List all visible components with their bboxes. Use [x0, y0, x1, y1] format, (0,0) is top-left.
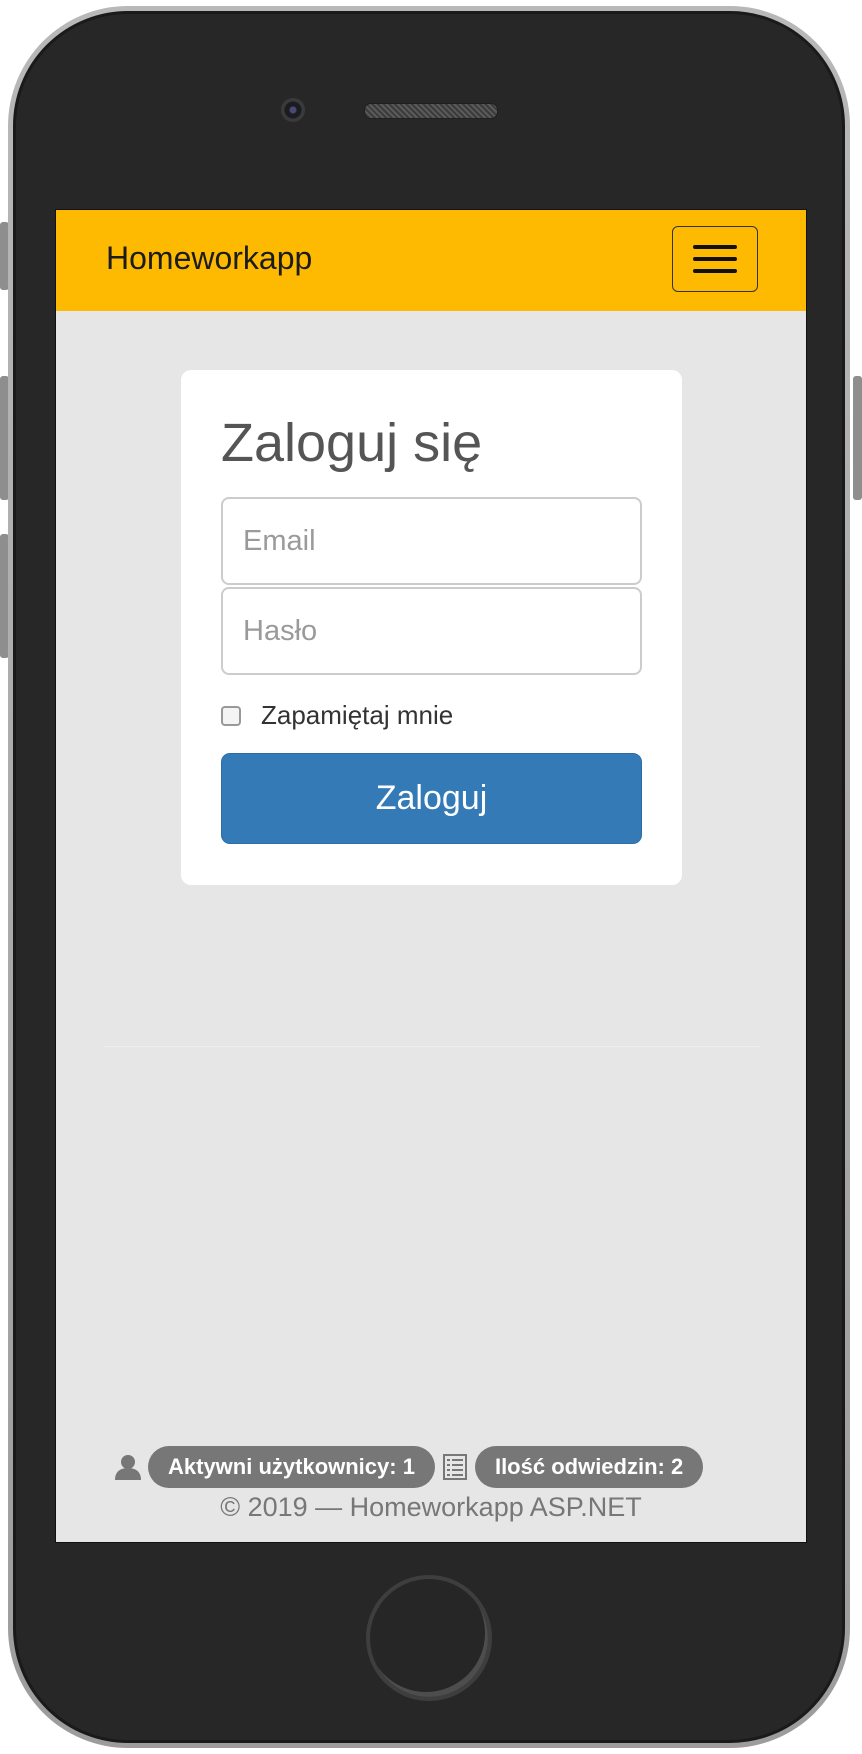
- speaker-grille: [364, 103, 498, 119]
- menu-toggle-button[interactable]: [672, 226, 758, 292]
- login-card: Zaloguj się Zapamiętaj mnie Zaloguj: [181, 370, 682, 885]
- list-icon: [442, 1454, 467, 1480]
- active-users-badge: Aktywni użytkownicy: 1: [148, 1446, 435, 1488]
- user-icon: [114, 1454, 142, 1480]
- email-field[interactable]: [221, 497, 642, 585]
- hamburger-icon: [693, 245, 737, 249]
- home-button: [366, 1575, 492, 1701]
- password-field[interactable]: [221, 587, 642, 675]
- login-title: Zaloguj się: [221, 413, 483, 473]
- screen: Homeworkapp Zaloguj się Zapamiętaj mnie …: [55, 209, 807, 1543]
- visits-badge: Ilość odwiedzin: 2: [474, 1446, 704, 1488]
- power-button: [853, 376, 862, 500]
- footer-stats: Aktywni użytkownicy: 1 Ilość odwiedzin: …: [114, 1446, 704, 1488]
- brand-link[interactable]: Homeworkapp: [106, 240, 312, 277]
- remember-me-label[interactable]: Zapamiętaj mnie: [261, 700, 453, 731]
- device-frame: Homeworkapp Zaloguj się Zapamiętaj mnie …: [0, 0, 862, 1754]
- login-button[interactable]: Zaloguj: [221, 753, 642, 844]
- remember-me: Zapamiętaj mnie: [221, 700, 453, 731]
- remember-me-checkbox[interactable]: [221, 705, 241, 726]
- hamburger-icon: [693, 257, 737, 261]
- copyright: © 2019 — Homeworkapp ASP.NET: [220, 1492, 642, 1522]
- footer-divider: [103, 1046, 761, 1047]
- navbar: Homeworkapp: [56, 210, 806, 311]
- front-camera-icon: [281, 98, 305, 122]
- hamburger-icon: [693, 269, 737, 273]
